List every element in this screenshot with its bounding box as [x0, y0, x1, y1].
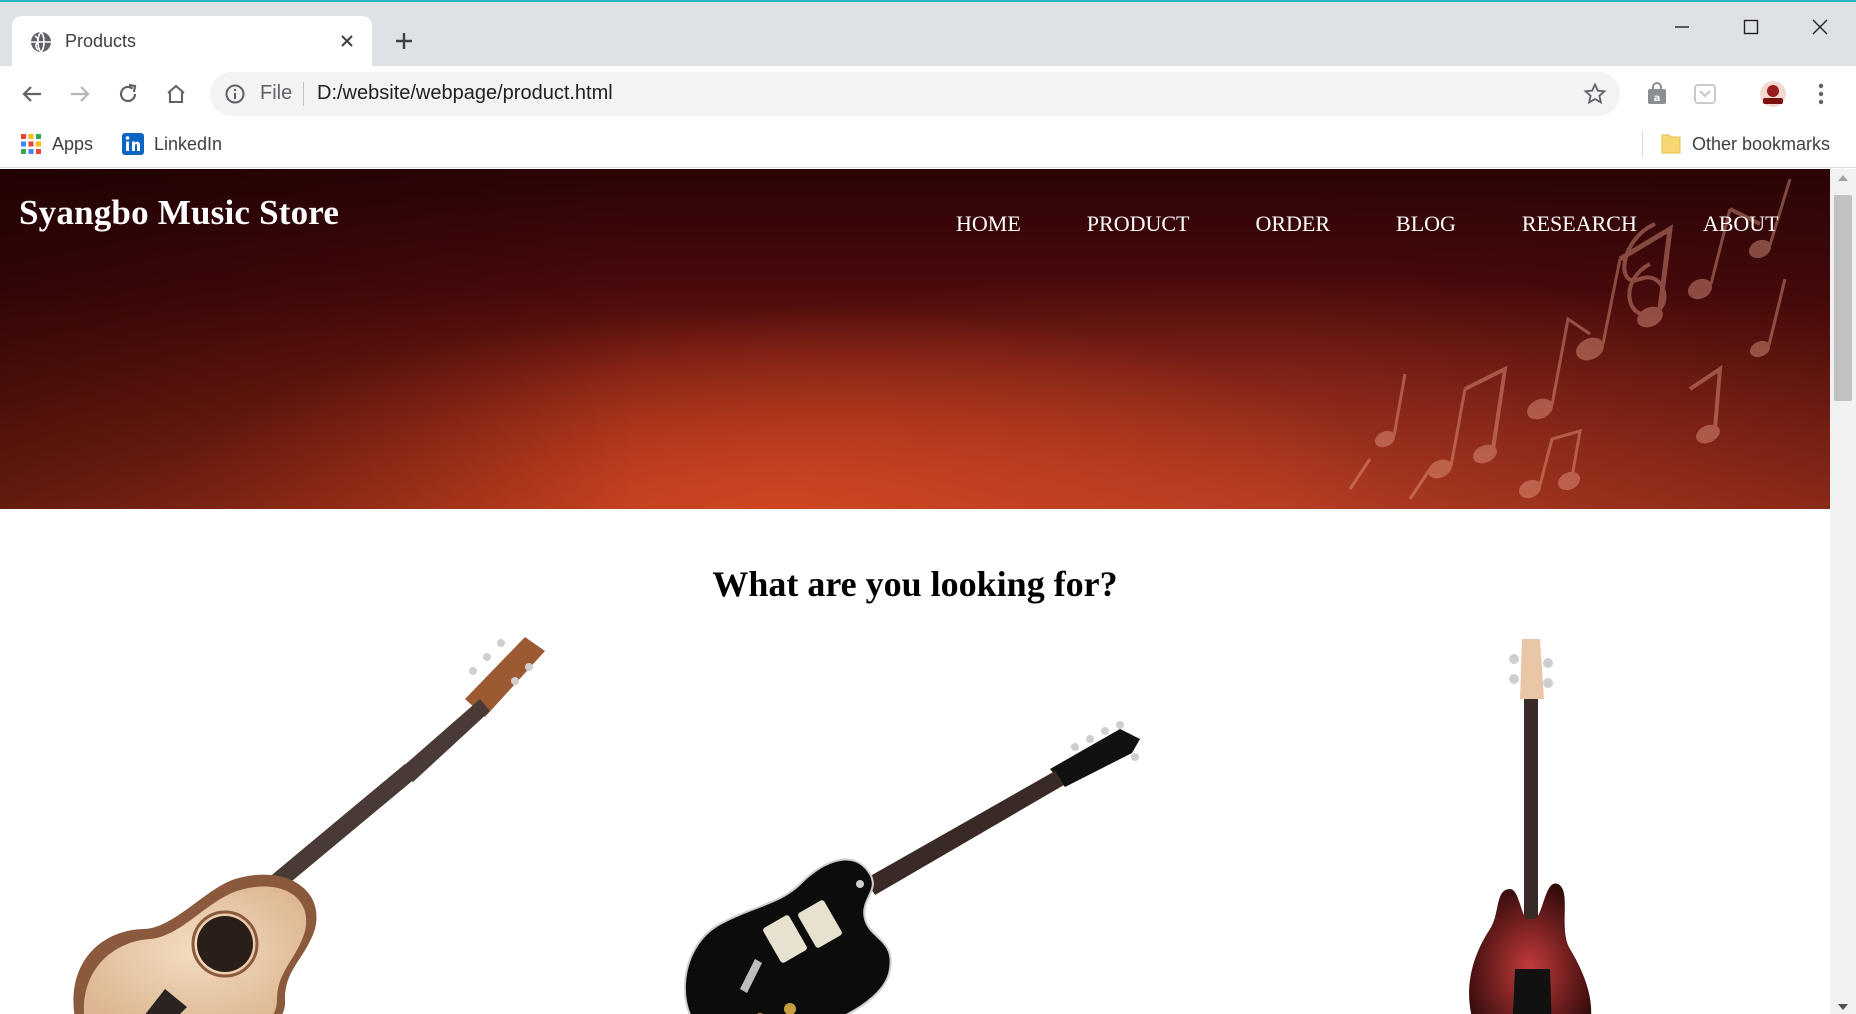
extension-shopping-button[interactable]: a [1641, 78, 1673, 110]
nav-about[interactable]: ABOUT [1703, 211, 1779, 237]
tab-title: Products [65, 31, 137, 51]
maximize-icon [1743, 19, 1759, 35]
globe-icon [31, 31, 51, 53]
folder-icon [1661, 134, 1681, 154]
minimize-window-button[interactable] [1654, 10, 1710, 44]
extension-pocket-button[interactable] [1689, 78, 1721, 110]
main-nav: HOME PRODUCT ORDER BLOG RESEARCH ABOUT [956, 211, 1830, 237]
bookmark-linkedin[interactable]: LinkedIn [122, 130, 222, 158]
plus-icon [396, 33, 412, 49]
bookmarks-bar: Apps LinkedIn Other bookmarks [0, 122, 1856, 168]
url-scheme-label: File [260, 82, 293, 104]
linkedin-icon [122, 133, 144, 155]
arrow-right-icon [71, 86, 90, 102]
site-brand[interactable]: Syangbo Music Store [19, 193, 339, 233]
page-scrollbar[interactable] [1830, 169, 1856, 1014]
close-icon [341, 35, 353, 47]
url-separator [303, 82, 304, 106]
other-bookmarks-folder[interactable]: Other bookmarks [1660, 130, 1830, 158]
info-icon[interactable] [224, 83, 246, 105]
more-vert-icon [1818, 83, 1824, 105]
new-tab-button[interactable] [389, 26, 419, 56]
home-button[interactable] [158, 76, 194, 112]
nav-home[interactable]: HOME [956, 211, 1021, 237]
apps-grid-icon [21, 134, 41, 154]
nav-product[interactable]: PRODUCT [1087, 211, 1190, 237]
avatar [1760, 81, 1786, 107]
bookmark-label: Apps [52, 133, 94, 154]
shopping-bag-icon: a [1648, 82, 1666, 104]
url-text[interactable]: D:/website/webpage/product.html [317, 82, 613, 105]
bookmark-label: LinkedIn [154, 133, 223, 154]
maximize-window-button[interactable] [1723, 10, 1779, 44]
hero-banner: Syangbo Music Store HOME PRODUCT ORDER B… [0, 169, 1830, 509]
svg-text:a: a [1654, 93, 1661, 104]
nav-blog[interactable]: BLOG [1396, 211, 1456, 237]
bookmarks-divider [1642, 130, 1643, 158]
browser-toolbar: File D:/website/webpage/product.html a [0, 66, 1856, 122]
bass-guitar-image[interactable] [1440, 639, 1620, 1014]
minimize-icon [1675, 26, 1689, 28]
browser-tab-strip: Products [0, 0, 1856, 68]
page-viewport: Syangbo Music Store HOME PRODUCT ORDER B… [0, 169, 1830, 1014]
home-icon [167, 84, 185, 104]
scrollbar-thumb[interactable] [1834, 195, 1852, 401]
reload-button[interactable] [110, 76, 146, 112]
bookmark-apps[interactable]: Apps [20, 130, 93, 158]
forward-button[interactable] [62, 76, 98, 112]
bookmark-star-icon[interactable] [1583, 82, 1607, 106]
close-window-button[interactable] [1792, 10, 1848, 44]
close-icon [1812, 19, 1828, 35]
other-bookmarks-label: Other bookmarks [1692, 133, 1831, 154]
back-button[interactable] [14, 76, 50, 112]
electric-guitar-image[interactable] [680, 709, 1150, 1014]
browser-tab-products[interactable]: Products [12, 16, 372, 68]
scroll-up-arrow-icon[interactable] [1838, 175, 1848, 181]
pocket-icon [1694, 84, 1716, 104]
scroll-down-arrow-icon[interactable] [1838, 1004, 1848, 1010]
arrow-left-icon [22, 86, 41, 102]
nav-research[interactable]: RESEARCH [1522, 211, 1637, 237]
reload-icon [119, 83, 137, 103]
profile-avatar-button[interactable] [1757, 78, 1789, 110]
acoustic-guitar-image[interactable] [55, 629, 555, 1014]
section-heading: What are you looking for? [712, 564, 1118, 604]
tab-close-button[interactable] [334, 28, 360, 54]
browser-menu-button[interactable] [1805, 78, 1837, 110]
address-bar[interactable]: File D:/website/webpage/product.html [210, 72, 1620, 116]
nav-order[interactable]: ORDER [1255, 211, 1330, 237]
